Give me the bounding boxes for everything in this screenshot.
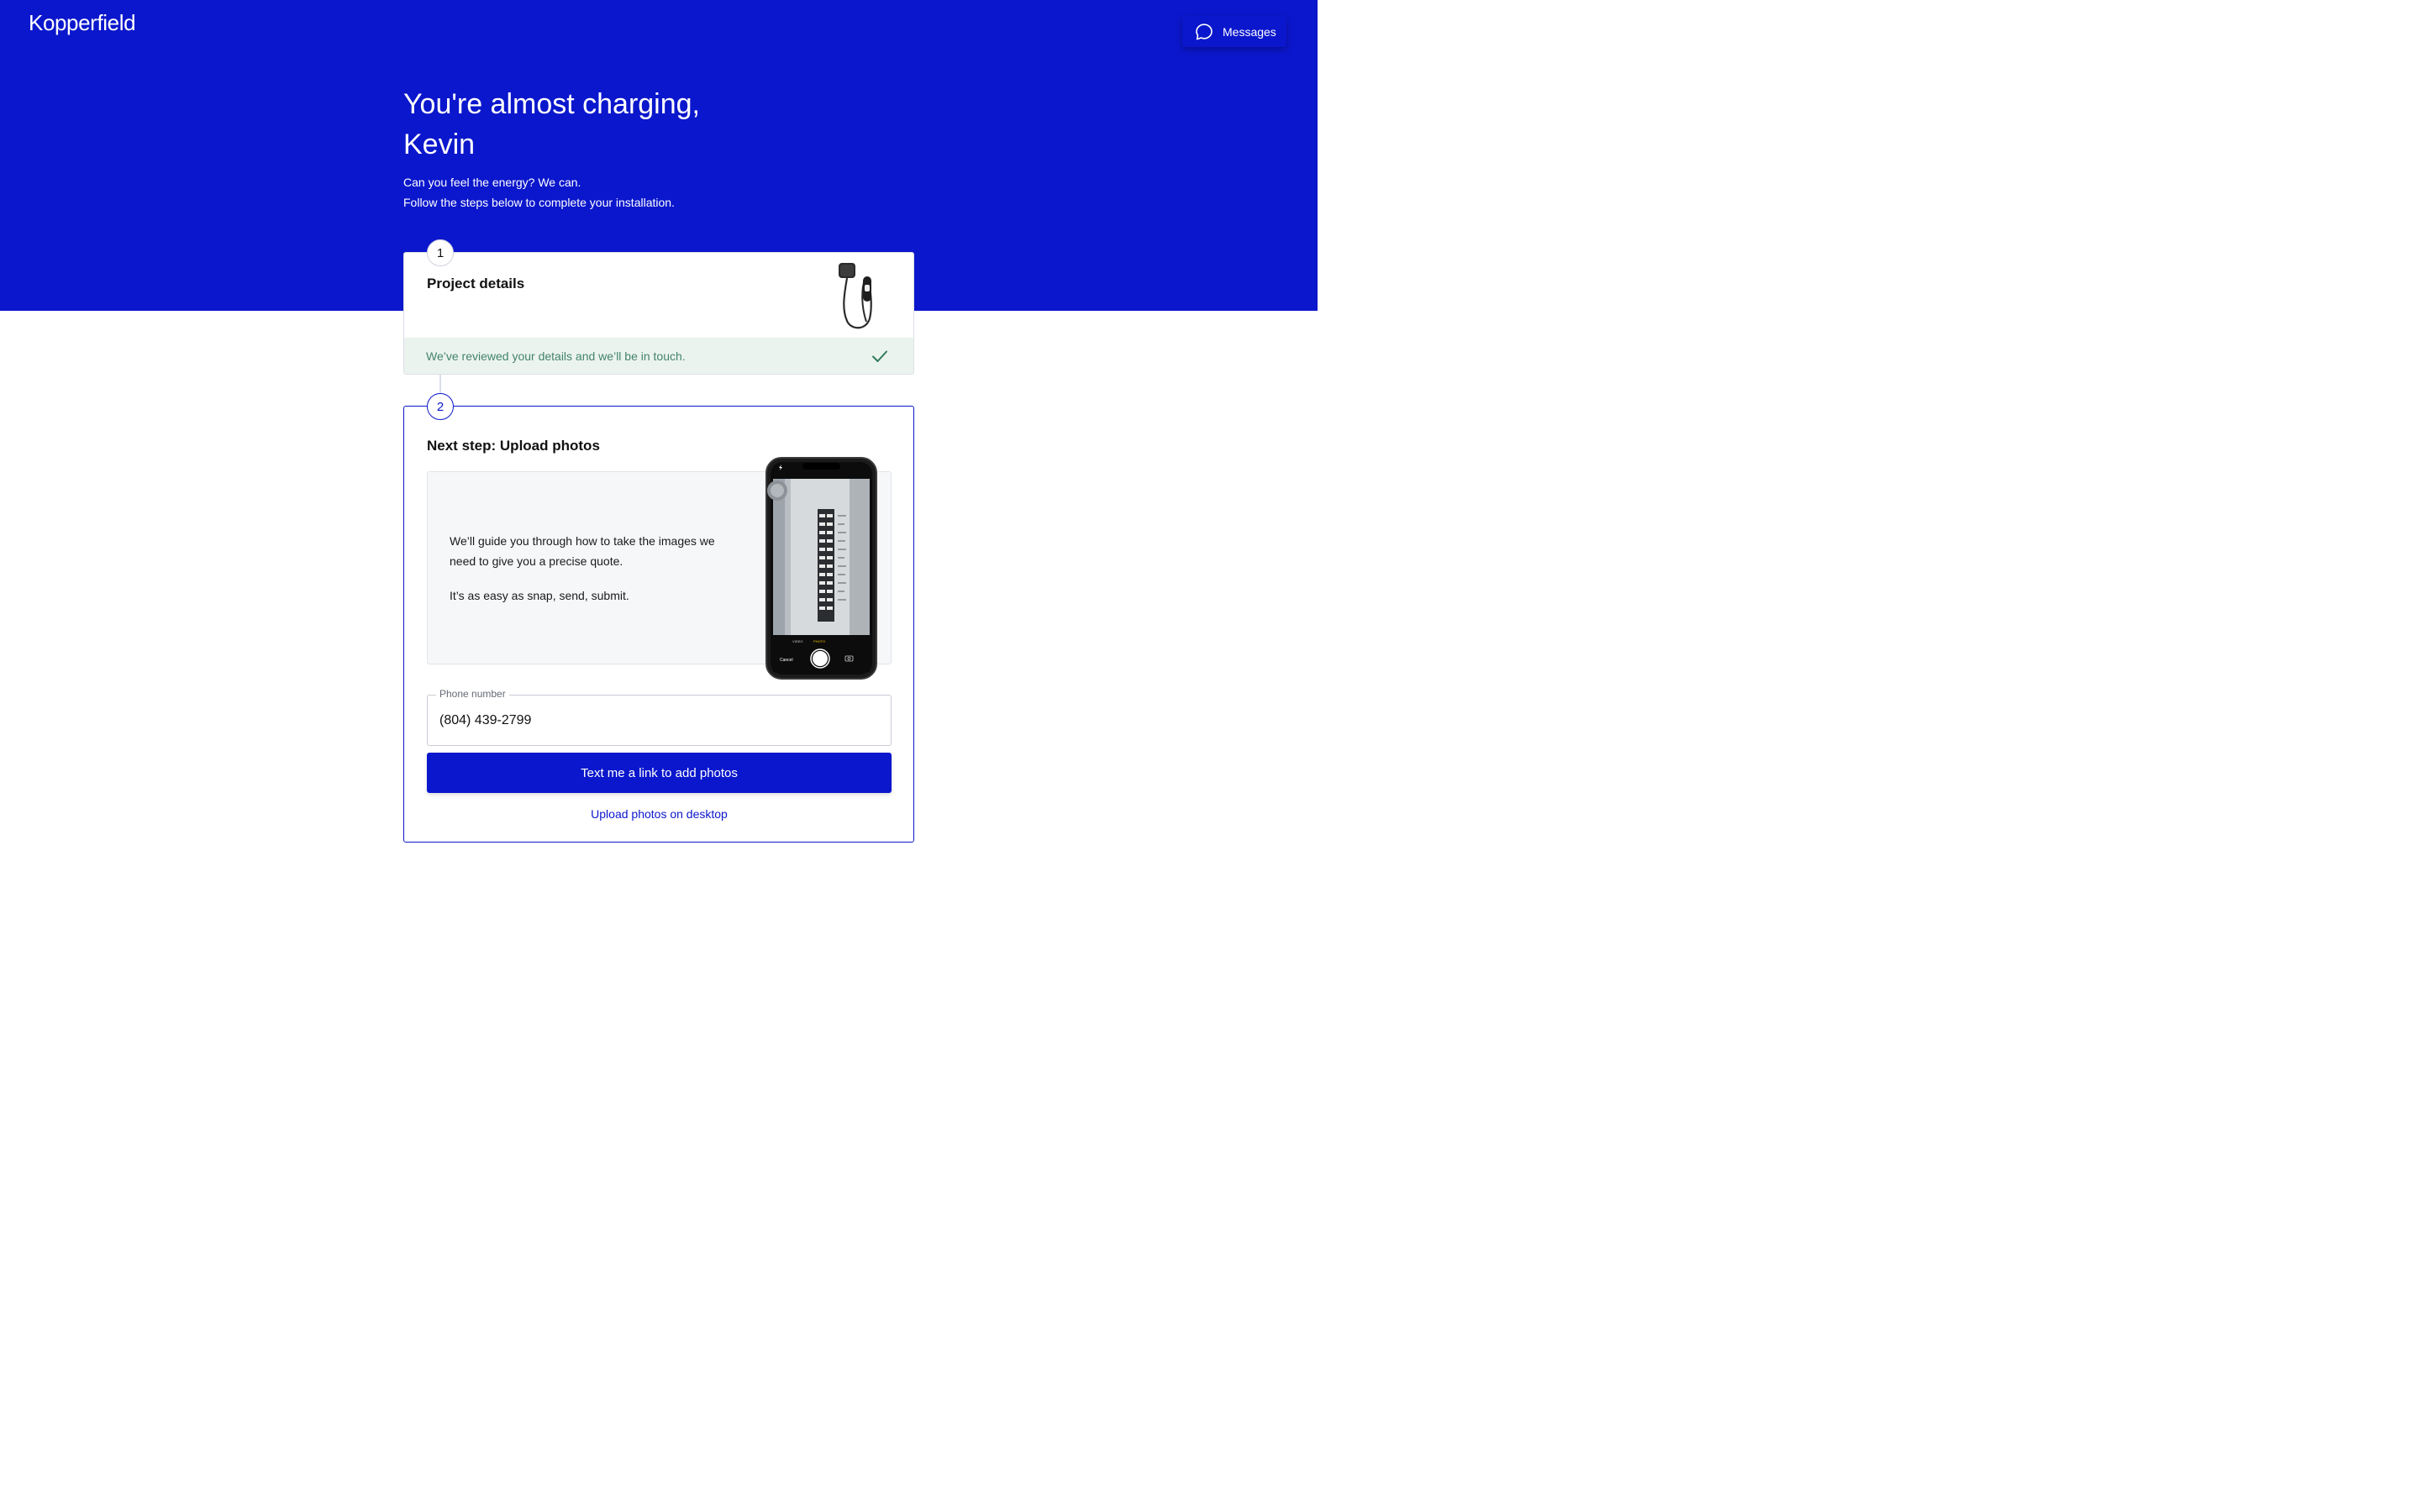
project-details-title: Project details [427, 276, 525, 291]
messages-button[interactable]: Messages [1182, 16, 1286, 47]
camera-mode-photo: PHOTO [813, 639, 825, 643]
guide-paragraph-2: It’s as easy as snap, send, submit. [450, 589, 629, 602]
hero-subtitle-line-1: Can you feel the energy? We can. [403, 176, 581, 189]
messages-label: Messages [1223, 24, 1276, 39]
phone-camera-illustration: VIDEO PHOTO Cancel [765, 457, 877, 680]
camera-mode-video: VIDEO [792, 639, 802, 643]
text-link-button[interactable]: Text me a link to add photos [427, 753, 892, 793]
guide-paragraph-1: We’ll guide you through how to take the … [450, 534, 715, 568]
step-connector [439, 375, 441, 393]
phone-number-label: Phone number [436, 688, 509, 700]
phone-number-field[interactable]: Phone number [427, 688, 892, 746]
page: Kopperfield Messages You're almost charg… [0, 0, 1318, 843]
kopperfield-logo[interactable]: Kopperfield [29, 10, 136, 36]
status-message: We’ve reviewed your details and we’ll be… [426, 349, 686, 363]
chat-bubble-icon [1194, 22, 1214, 42]
upload-photos-card: Next step: Upload photos We’ll guide you… [403, 406, 914, 843]
hero-subtitle: Can you feel the energy? We can. Follow … [403, 172, 675, 213]
upload-photos-title: Next step: Upload photos [427, 438, 600, 454]
upload-desktop-link[interactable]: Upload photos on desktop [427, 807, 892, 821]
step-2-badge: 2 [427, 393, 454, 420]
photo-guide-text: We’ll guide you through how to take the … [450, 531, 718, 606]
project-details-status: We’ve reviewed your details and we’ll be… [404, 338, 913, 374]
phone-number-input[interactable] [439, 711, 876, 731]
step-1-badge: 1 [427, 239, 454, 266]
project-details-card: Project details We’ve reviewed your deta… [403, 252, 914, 375]
camera-cancel: Cancel [780, 658, 793, 663]
hero-subtitle-line-2: Follow the steps below to complete your … [403, 196, 675, 209]
checkmark-icon [872, 350, 887, 362]
ev-charger-image [839, 263, 872, 329]
page-title: You're almost charging, Kevin [403, 88, 700, 160]
